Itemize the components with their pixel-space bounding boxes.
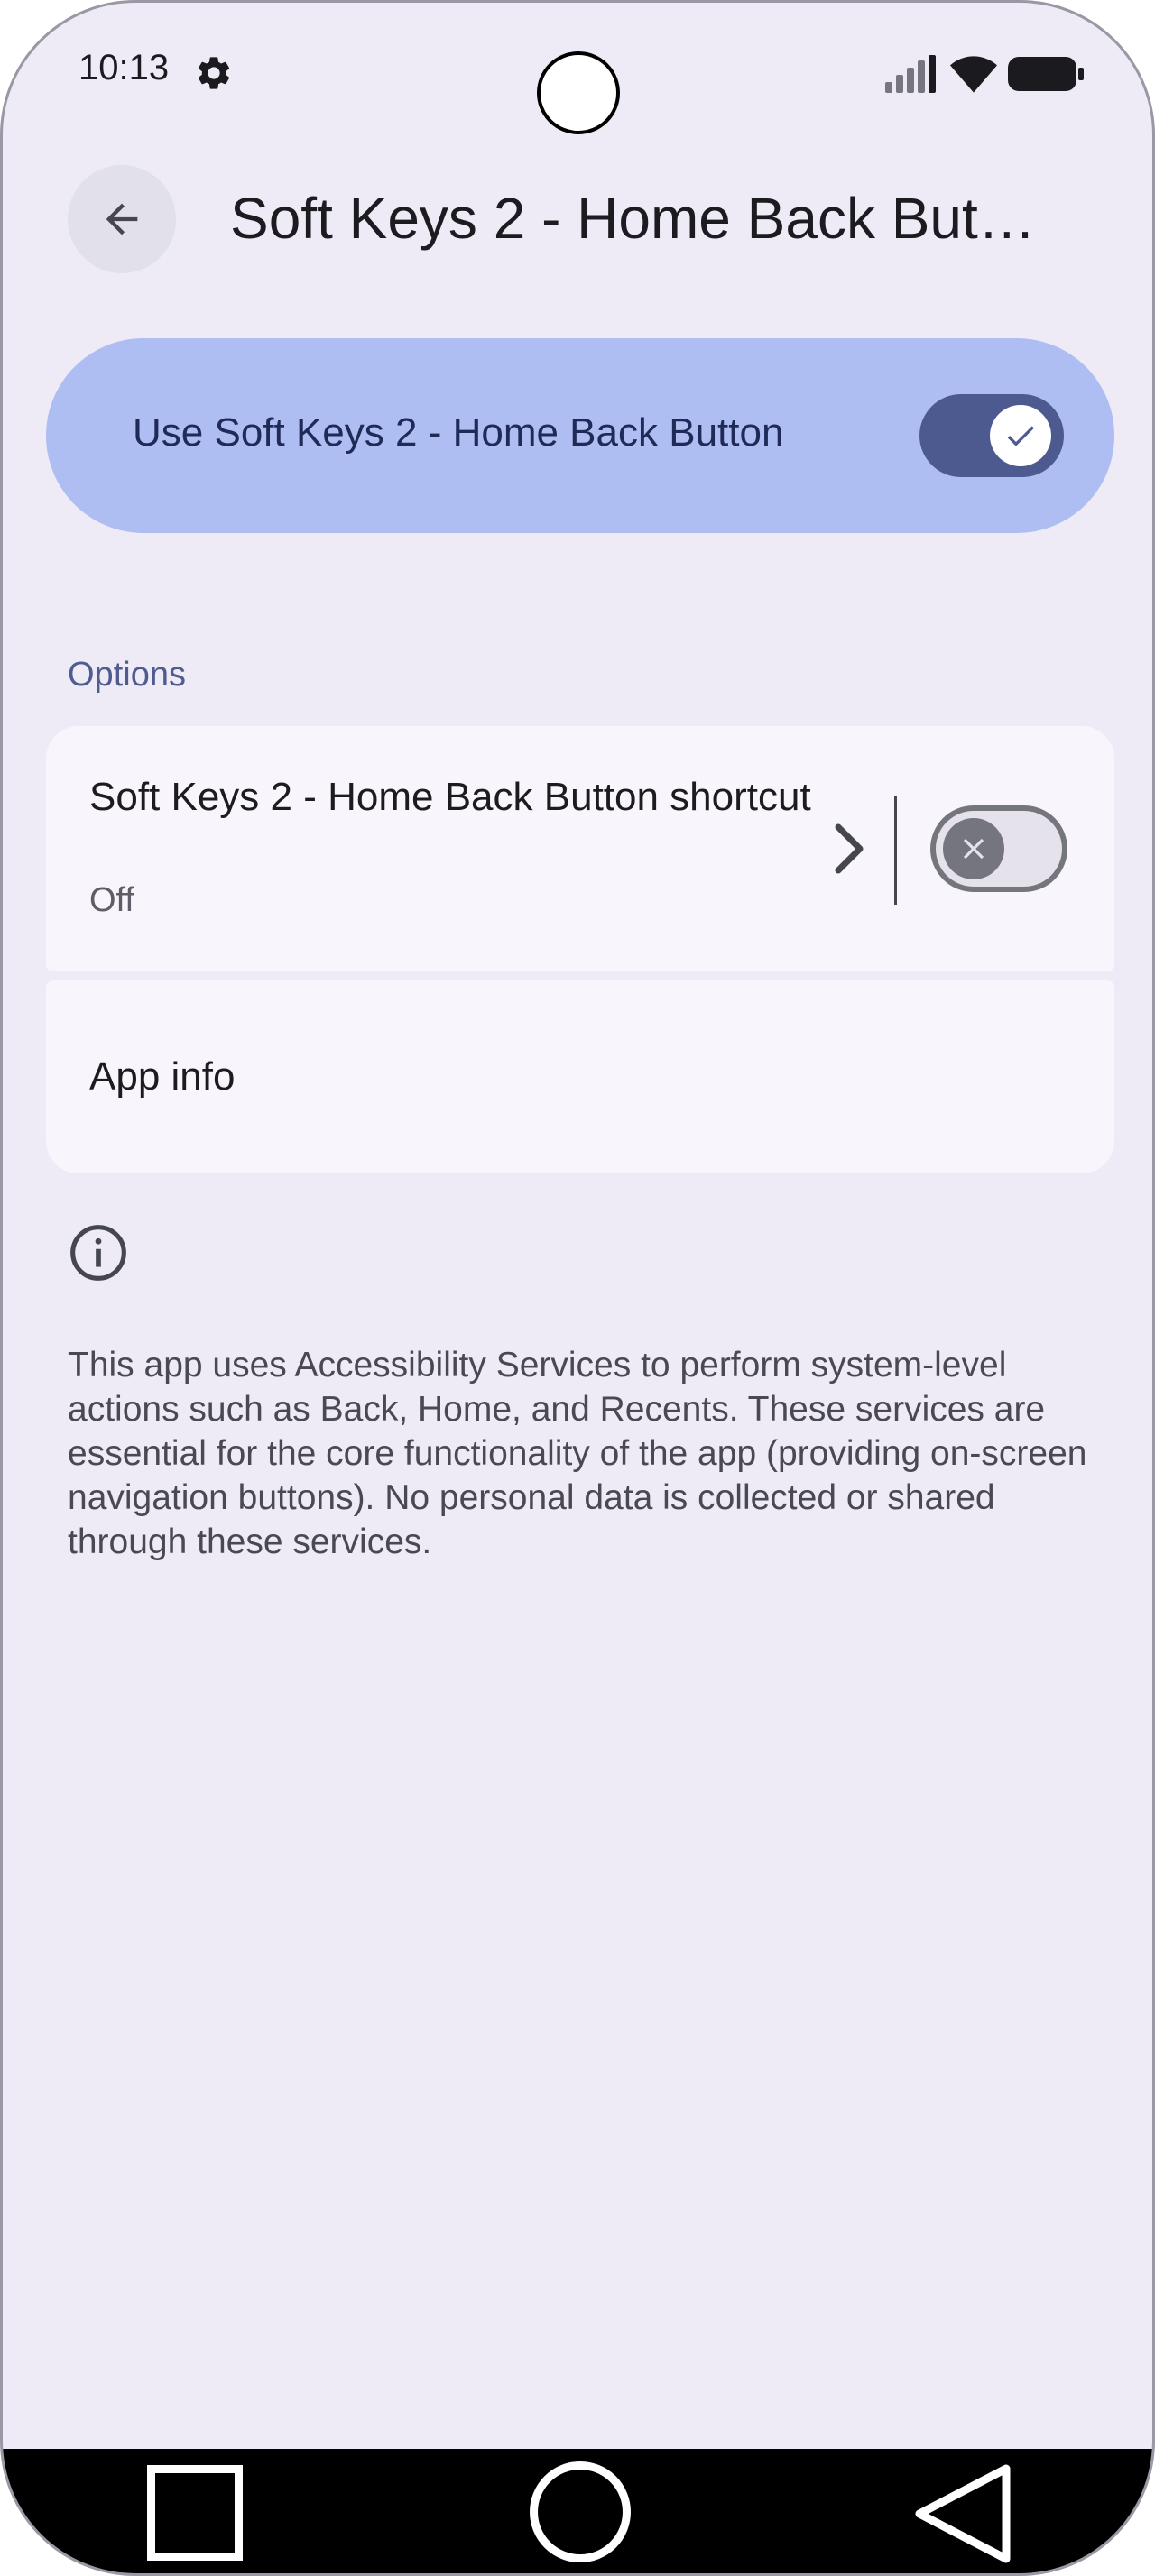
- vertical-divider: [894, 796, 897, 905]
- back-button[interactable]: [68, 165, 176, 273]
- navigation-bar: [3, 2449, 1152, 2573]
- shortcut-preference[interactable]: Soft Keys 2 - Home Back Button shortcut …: [46, 726, 1114, 971]
- info-icon: [70, 1225, 126, 1281]
- chevron-right-icon: [835, 823, 864, 874]
- main-toggle-switch[interactable]: [919, 394, 1064, 477]
- options-header: Options: [68, 656, 186, 694]
- signal-icon: [885, 55, 936, 93]
- main-switch-bar[interactable]: Use Soft Keys 2 - Home Back Button: [46, 338, 1114, 533]
- toggle-knob: [990, 405, 1051, 466]
- back-triangle-icon[interactable]: [909, 2461, 1017, 2566]
- arrow-back-icon: [106, 203, 138, 235]
- app-info-preference[interactable]: App info: [46, 980, 1114, 1173]
- gear-icon: [198, 57, 230, 89]
- app-info-title: App info: [89, 1054, 236, 1099]
- shortcut-summary: Off: [89, 881, 134, 919]
- device-screen: 10:13 Soft Keys 2 - Home Back Butt… Use …: [0, 0, 1155, 2576]
- main-switch-label: Use Soft Keys 2 - Home Back Button: [133, 410, 784, 455]
- recents-icon[interactable]: [147, 2465, 243, 2561]
- shortcut-title: Soft Keys 2 - Home Back Button shortcut: [89, 775, 811, 819]
- check-icon: [1007, 426, 1034, 446]
- wifi-icon: [950, 56, 997, 93]
- status-time: 10:13: [79, 48, 170, 87]
- shortcut-toggle-switch[interactable]: [930, 805, 1067, 892]
- camera-cutout: [537, 51, 620, 134]
- close-icon: [963, 838, 984, 860]
- toggle-knob: [943, 818, 1004, 879]
- home-icon[interactable]: [530, 2461, 631, 2562]
- page-title: Soft Keys 2 - Home Back Butt…: [230, 186, 1042, 251]
- info-description: This app uses Accessibility Services to …: [68, 1346, 1087, 1561]
- battery-icon: [1008, 57, 1084, 91]
